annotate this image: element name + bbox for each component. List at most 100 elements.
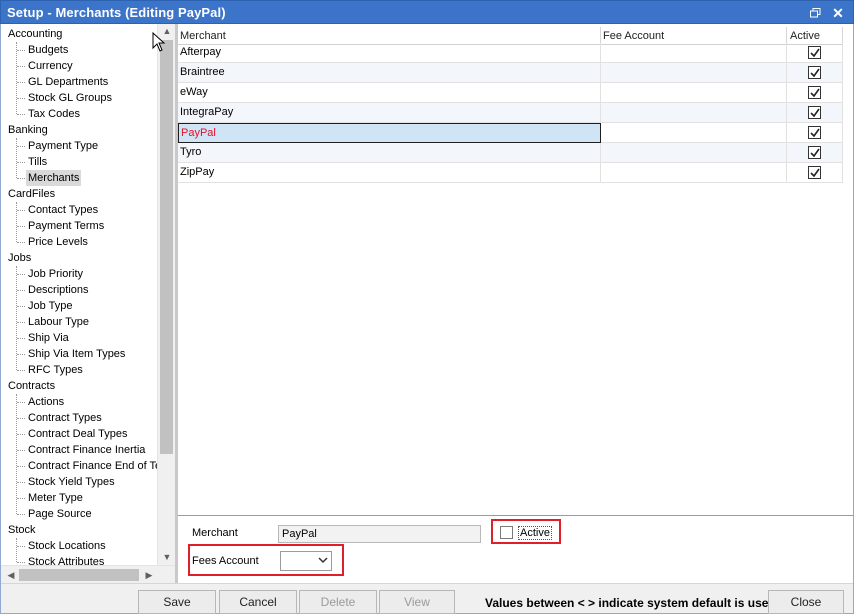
tree-item-tills[interactable]: Tills [26,154,49,170]
fees-account-dropdown[interactable] [280,551,332,571]
tree-vertical-scrollbar[interactable]: ▲ ▼ [157,24,175,565]
tree-connector [16,42,17,114]
scroll-left-icon[interactable]: ◀ [3,566,19,584]
tree-item-rfc-types[interactable]: RFC Types [26,362,85,378]
table-row[interactable]: PayPal [178,123,843,143]
tree-item-descriptions[interactable]: Descriptions [26,282,91,298]
tree-item-gl-departments[interactable]: GL Departments [26,74,110,90]
fees-account-label: Fees Account [192,555,259,567]
active-cell[interactable] [787,103,843,123]
active-cell[interactable] [787,83,843,103]
tree-horizontal-scrollbar[interactable]: ◀ ▶ [1,565,175,584]
table-row[interactable]: Afterpay [178,43,843,63]
tree-connector [16,538,17,562]
tree-item-currency[interactable]: Currency [26,58,75,74]
merchant-name-field[interactable]: PayPal [278,525,481,543]
cancel-button[interactable]: Cancel [219,590,297,614]
active-cell[interactable] [787,123,843,143]
tree-item-ship-via-item-types[interactable]: Ship Via Item Types [26,346,127,362]
table-row[interactable]: IntegraPay [178,103,843,123]
tree-connector [17,290,25,291]
tree-group-cardfiles[interactable]: CardFiles [8,186,55,202]
tree-group-banking[interactable]: Banking [8,122,48,138]
active-checkbox-icon[interactable] [808,126,821,139]
active-cell[interactable] [787,43,843,63]
merchant-cell[interactable]: PayPal [178,123,601,143]
system-default-note: Values between < > indicate system defau… [485,596,769,610]
horizontal-scroll-thumb[interactable] [19,569,139,581]
fee-account-cell[interactable] [601,103,787,123]
merchant-cell[interactable]: Braintree [178,63,601,83]
fee-account-cell[interactable] [601,63,787,83]
active-checkbox[interactable] [500,526,513,539]
tree-item-price-levels[interactable]: Price Levels [26,234,90,250]
fee-account-cell[interactable] [601,143,787,163]
tree-item-ship-via[interactable]: Ship Via [26,330,71,346]
save-button[interactable]: Save [138,590,216,614]
active-checkbox-label[interactable]: Active [518,526,552,540]
tree-item-labour-type[interactable]: Labour Type [26,314,91,330]
active-checkbox-icon[interactable] [808,166,821,179]
active-checkbox-icon[interactable] [808,46,821,59]
tree-connector [17,354,25,355]
edit-panel: Merchant PayPal Active Fees Account [178,517,853,583]
chevron-down-icon[interactable] [318,555,328,567]
table-row[interactable]: Braintree [178,63,843,83]
tree-item-actions[interactable]: Actions [26,394,66,410]
scroll-right-icon[interactable]: ▶ [141,566,157,584]
tree-item-job-type[interactable]: Job Type [26,298,74,314]
tree-group-stock[interactable]: Stock [8,522,36,538]
merchant-cell[interactable]: ZipPay [178,163,601,183]
tree-item-tax-codes[interactable]: Tax Codes [26,106,82,122]
tree-item-budgets[interactable]: Budgets [26,42,70,58]
tree-group-accounting[interactable]: Accounting [8,26,62,42]
active-cell[interactable] [787,63,843,83]
fee-account-cell[interactable] [601,163,787,183]
tree-connector [17,482,25,483]
view-button[interactable]: View [379,590,455,614]
close-window-icon[interactable]: ✕ [830,5,846,21]
tree-group-jobs[interactable]: Jobs [8,250,31,266]
delete-button[interactable]: Delete [299,590,377,614]
tree-item-stock-gl-groups[interactable]: Stock GL Groups [26,90,114,106]
active-checkbox-icon[interactable] [808,106,821,119]
active-checkbox-icon[interactable] [808,66,821,79]
mouse-cursor-icon [152,32,166,52]
tree-item-contract-finance-end-of-te[interactable]: Contract Finance End of Te [26,458,163,474]
table-row[interactable]: eWay [178,83,843,103]
tree-item-contract-types[interactable]: Contract Types [26,410,104,426]
tree-item-stock-yield-types[interactable]: Stock Yield Types [26,474,117,490]
tree-item-stock-locations[interactable]: Stock Locations [26,538,108,554]
merchant-cell[interactable]: IntegraPay [178,103,601,123]
tree-connector [17,146,25,147]
active-checkbox-icon[interactable] [808,86,821,99]
tree-item-merchants[interactable]: Merchants [26,170,82,186]
scroll-down-icon[interactable]: ▼ [158,550,176,565]
tree-item-payment-terms[interactable]: Payment Terms [26,218,106,234]
fee-account-cell[interactable] [601,83,787,103]
tree-item-meter-type[interactable]: Meter Type [26,490,85,506]
tree-connector [17,274,25,275]
tree-connector [17,546,25,547]
merchant-cell[interactable]: Afterpay [178,43,601,63]
close-button[interactable]: Close [768,590,844,614]
merchant-cell[interactable]: Tyro [178,143,601,163]
active-checkbox-icon[interactable] [808,146,821,159]
fee-account-cell[interactable] [601,123,787,143]
tree-connector [17,338,25,339]
tree-group-contracts[interactable]: Contracts [8,378,55,394]
scroll-thumb[interactable] [160,40,173,454]
active-cell[interactable] [787,143,843,163]
tree-item-job-priority[interactable]: Job Priority [26,266,85,282]
fee-account-cell[interactable] [601,43,787,63]
tree-item-contract-deal-types[interactable]: Contract Deal Types [26,426,129,442]
restore-window-icon[interactable] [807,5,823,21]
table-row[interactable]: Tyro [178,143,843,163]
tree-item-page-source[interactable]: Page Source [26,506,94,522]
merchant-cell[interactable]: eWay [178,83,601,103]
tree-item-contract-finance-inertia[interactable]: Contract Finance Inertia [26,442,147,458]
active-cell[interactable] [787,163,843,183]
tree-item-contact-types[interactable]: Contact Types [26,202,100,218]
tree-item-payment-type[interactable]: Payment Type [26,138,100,154]
table-row[interactable]: ZipPay [178,163,843,183]
